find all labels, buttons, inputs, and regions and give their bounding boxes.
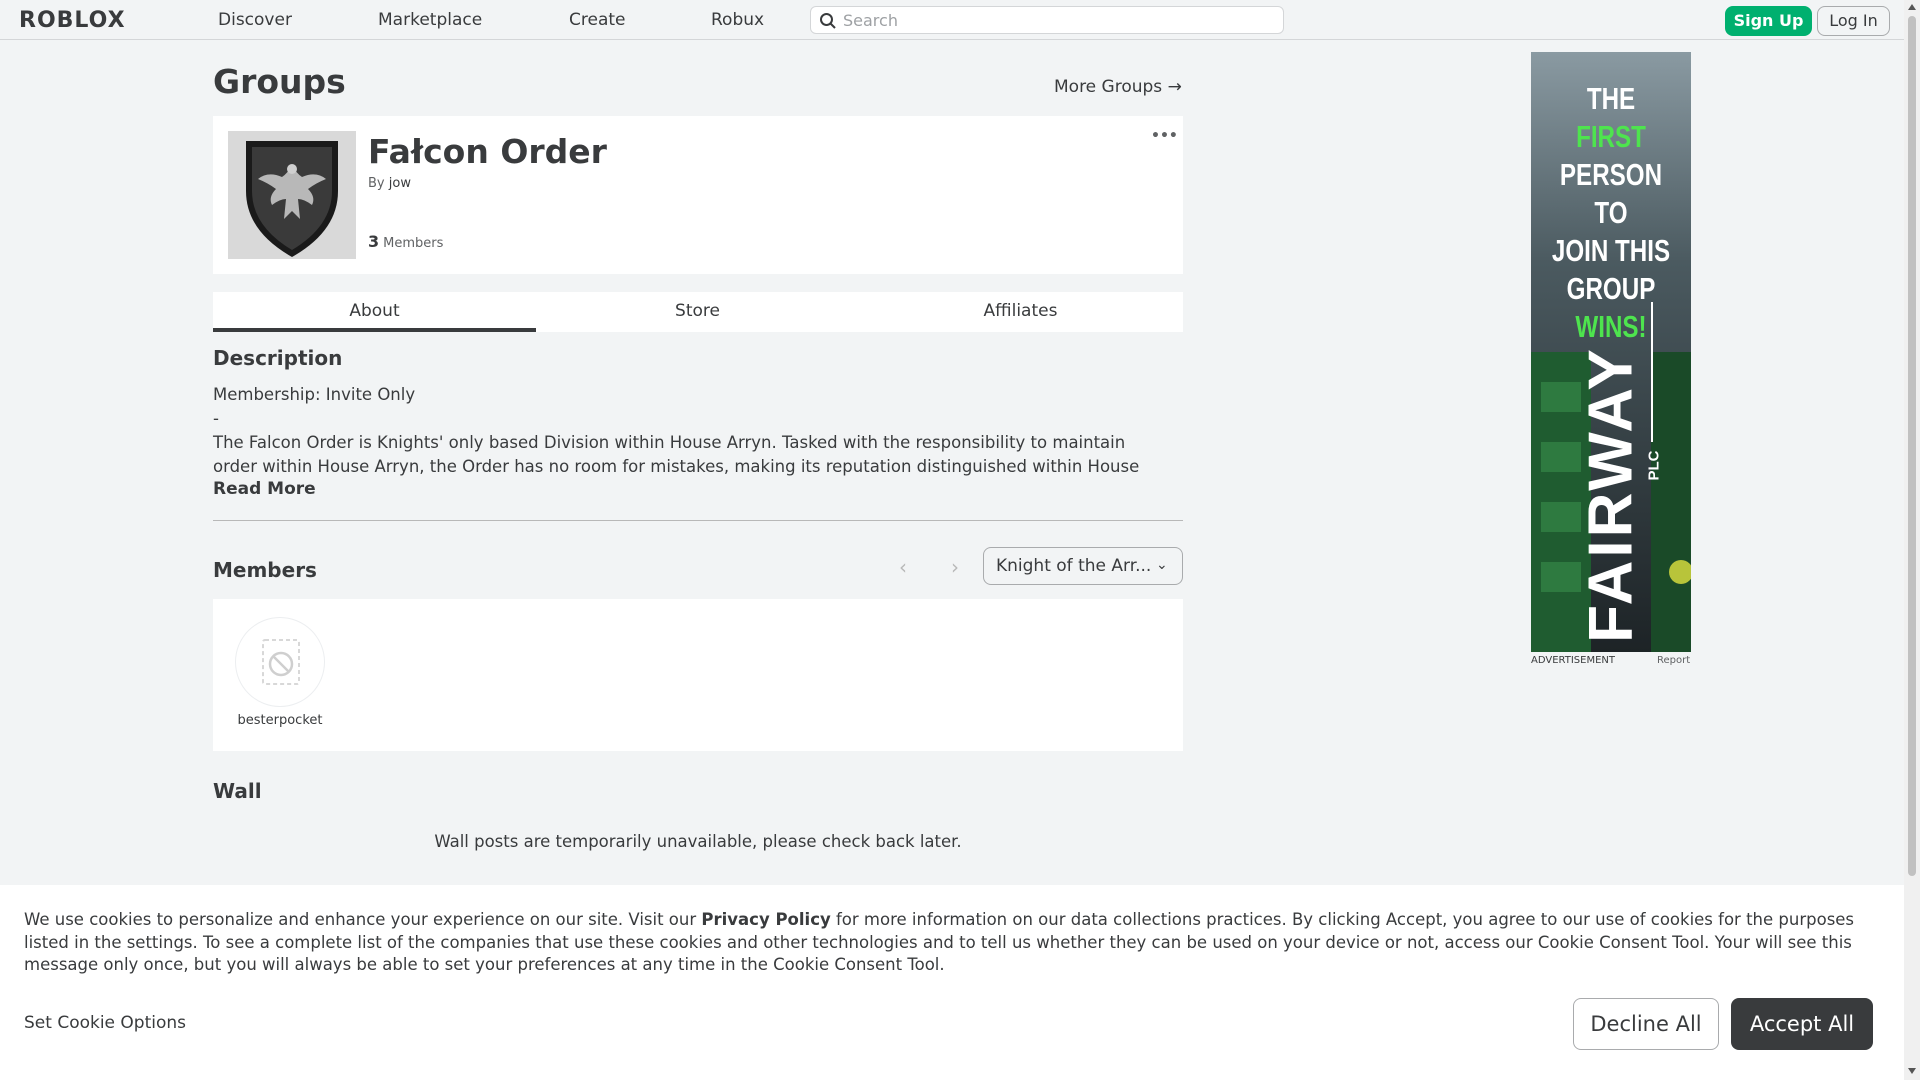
- previous-page-chevron-icon[interactable]: ‹: [899, 555, 907, 579]
- member-tile[interactable]: besterpocket: [213, 599, 347, 751]
- role-dropdown-value: Knight of the Arr...: [996, 556, 1152, 576]
- ad-brand-text: FAIRWAY: [1576, 346, 1646, 643]
- description-line: Membership: Invite Only: [213, 385, 416, 404]
- cookie-text-part: We use cookies to personalize and enhanc…: [24, 910, 702, 929]
- tab-store[interactable]: Store: [536, 292, 859, 332]
- roblox-logo[interactable]: ROBLOX: [19, 8, 126, 33]
- search-input[interactable]: [843, 10, 1273, 30]
- group-owner-link[interactable]: jow: [389, 176, 411, 191]
- top-navigation-bar: ROBLOX Discover Marketplace Create Robux…: [0, 0, 1904, 40]
- section-divider: [213, 520, 1183, 521]
- more-options-icon[interactable]: •••: [1151, 128, 1178, 144]
- page-title: Groups: [213, 62, 346, 101]
- members-list: besterpocket: [213, 599, 1183, 751]
- group-tabs: About Store Affiliates: [213, 292, 1183, 332]
- ad-headline: THE FIRST PERSON TO JOIN THIS GROUP WINS…: [1549, 80, 1674, 346]
- group-header-card: Fałcon Order By jow 3 Members •••: [213, 116, 1183, 274]
- ad-text: JOIN THIS: [1551, 233, 1671, 268]
- ad-text: PERSON TO: [1559, 157, 1663, 230]
- description-line: -: [213, 409, 219, 428]
- tab-about[interactable]: About: [213, 292, 536, 332]
- by-prefix: By: [368, 176, 385, 191]
- nav-create[interactable]: Create: [569, 10, 626, 30]
- ad-brand-rule: [1651, 302, 1653, 442]
- nav-marketplace[interactable]: Marketplace: [378, 10, 482, 30]
- read-more-link[interactable]: Read More: [213, 479, 316, 499]
- page-scrollbar[interactable]: [1904, 0, 1920, 1080]
- cookie-consent-text: We use cookies to personalize and enhanc…: [24, 909, 1884, 977]
- description-heading: Description: [213, 346, 343, 370]
- members-heading: Members: [213, 558, 317, 582]
- set-cookie-options-link[interactable]: Set Cookie Options: [24, 1013, 186, 1033]
- search-box: [810, 6, 1284, 34]
- scroll-down-arrow-icon[interactable]: [1908, 1068, 1916, 1074]
- chevron-down-icon: ⌄: [1156, 557, 1168, 573]
- nav-discover[interactable]: Discover: [218, 10, 292, 30]
- more-groups-link[interactable]: More Groups →: [1054, 77, 1182, 97]
- tab-affiliates[interactable]: Affiliates: [859, 292, 1182, 332]
- role-dropdown[interactable]: Knight of the Arr... ⌄: [983, 547, 1183, 585]
- falcon-shield-icon: [246, 141, 338, 257]
- accept-all-button[interactable]: Accept All: [1731, 998, 1873, 1050]
- decline-all-button[interactable]: Decline All: [1573, 998, 1719, 1050]
- member-count-value: 3: [368, 232, 380, 251]
- ad-text: GROUP: [1566, 271, 1656, 306]
- privacy-policy-link[interactable]: Privacy Policy: [701, 910, 830, 929]
- scrollbar-thumb[interactable]: [1908, 16, 1916, 876]
- log-in-button[interactable]: Log In: [1817, 6, 1890, 36]
- wall-unavailable-message: Wall posts are temporarily unavailable, …: [434, 832, 962, 851]
- advertisement-label: ADVERTISEMENT: [1531, 655, 1616, 666]
- nav-robux[interactable]: Robux: [711, 10, 764, 30]
- group-name: Fałcon Order: [368, 132, 607, 171]
- sign-up-button[interactable]: Sign Up: [1725, 6, 1812, 36]
- description-line: The Falcon Order is Knights' only based …: [213, 433, 1126, 452]
- scroll-up-arrow-icon[interactable]: [1908, 4, 1916, 10]
- description-text: Membership: Invite Only - The Falcon Ord…: [213, 383, 1183, 479]
- search-icon: [820, 13, 836, 29]
- ad-highlight-text: FIRST: [1576, 119, 1646, 154]
- member-count-label: Members: [383, 236, 444, 251]
- next-page-chevron-icon[interactable]: ›: [951, 555, 959, 579]
- wall-heading: Wall: [213, 779, 262, 803]
- description-line: order within House Arryn, the Order has …: [213, 457, 1140, 476]
- ad-highlight-text: WINS!: [1575, 309, 1647, 344]
- advertisement-banner[interactable]: THE FIRST PERSON TO JOIN THIS GROUP WINS…: [1531, 52, 1691, 652]
- unavailable-avatar-icon: [262, 639, 300, 685]
- group-emblem-image: [228, 131, 356, 259]
- group-owner-line: By jow: [368, 176, 411, 191]
- report-ad-link[interactable]: Report: [1657, 655, 1690, 666]
- group-member-count: 3 Members: [368, 232, 443, 251]
- ad-brand-suffix: PLC: [1645, 450, 1663, 481]
- member-avatar[interactable]: [235, 617, 325, 707]
- member-username[interactable]: besterpocket: [213, 713, 347, 728]
- cookie-consent-banner: We use cookies to personalize and enhanc…: [0, 885, 1904, 1080]
- ad-text: THE: [1586, 81, 1636, 116]
